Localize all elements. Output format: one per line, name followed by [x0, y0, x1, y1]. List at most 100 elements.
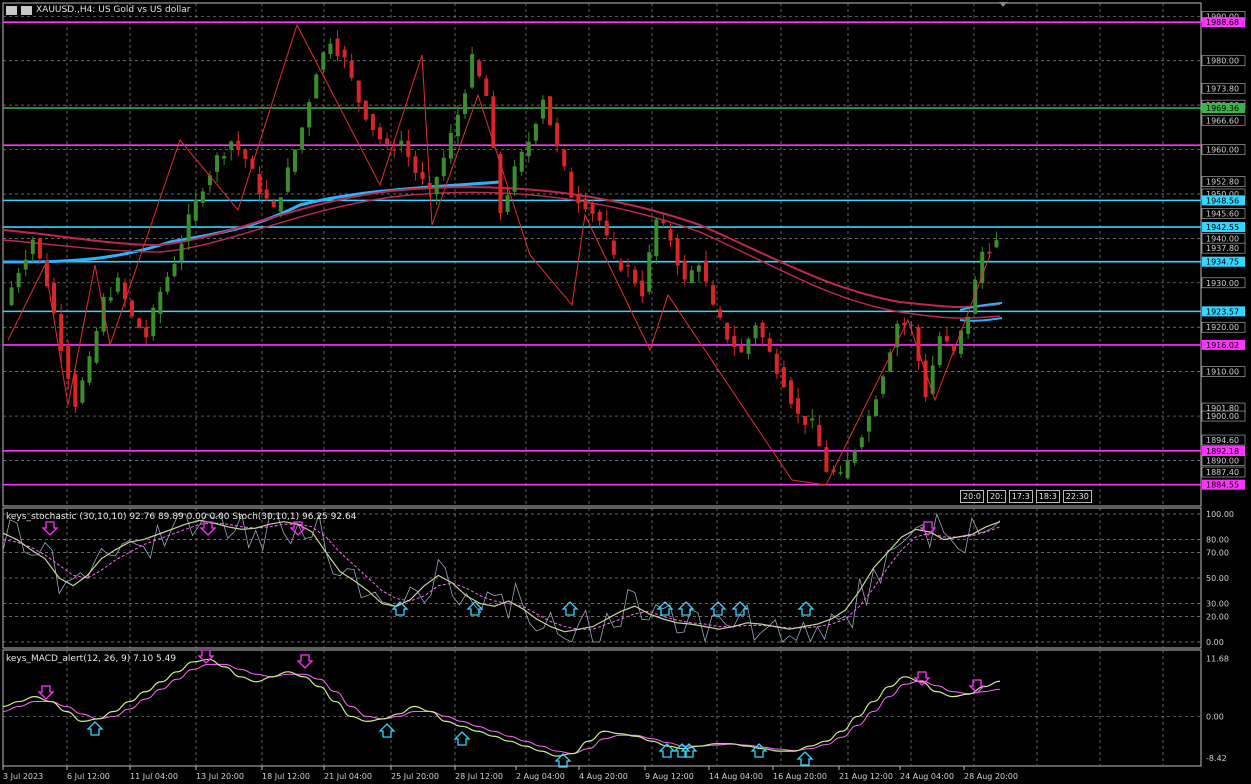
price-label: 1969.36 — [1206, 104, 1239, 113]
candle-body — [321, 52, 326, 70]
macd-axis-label: 11.68 — [1206, 655, 1229, 664]
time-box: 17:3 — [1008, 490, 1033, 503]
macd-main-line — [2, 658, 1001, 757]
candle-body — [647, 252, 652, 292]
chart-header: XAUUSD.,H4: US Gold vs US dollar — [6, 5, 190, 15]
candle-body — [470, 54, 475, 88]
candle-body — [689, 270, 694, 283]
candle-body — [285, 167, 290, 192]
time-axis-label: 28 Aug 20:00 — [964, 772, 1018, 781]
price-label: 1942.55 — [1206, 223, 1239, 232]
time-axis-label: 9 Aug 12:00 — [645, 772, 694, 781]
candle-body — [845, 460, 850, 479]
candle-body — [732, 336, 737, 348]
price-label: 1890.00 — [1206, 456, 1239, 465]
time-axis-label: 24 Aug 04:00 — [900, 772, 954, 781]
candle-body — [859, 437, 864, 448]
stoch-main-line — [2, 519, 1001, 633]
candle-body — [335, 38, 340, 57]
candle-body — [314, 74, 319, 99]
candle-body — [484, 78, 489, 96]
candle-body — [448, 132, 453, 159]
stoch-axis-label: 0.00 — [1206, 638, 1224, 647]
time-axis-label: 21 Aug 12:00 — [839, 772, 893, 781]
candle-body — [626, 265, 630, 267]
candle-body — [236, 140, 241, 151]
chart-window-icon — [6, 5, 17, 15]
sell-arrow-icon — [37, 685, 55, 700]
buy-arrow-icon — [731, 601, 749, 616]
candle-body — [866, 415, 871, 432]
candle-body — [491, 96, 496, 148]
price-label: 1930.00 — [1206, 279, 1239, 288]
candle-body — [661, 220, 666, 224]
candle-body — [781, 367, 786, 388]
buy-arrow-icon — [677, 601, 695, 616]
symbol-icon — [21, 5, 32, 15]
candle-body — [682, 260, 687, 280]
candle-body — [874, 399, 878, 417]
candle-body — [420, 171, 425, 180]
candle-body — [618, 260, 623, 271]
candle-body — [300, 127, 305, 150]
scroll-marker-icon — [999, 2, 1007, 7]
time-axis-label: 16 Aug 20:00 — [773, 772, 827, 781]
buy-arrow-icon — [86, 721, 104, 736]
chart-canvas[interactable]: 1990.001988.681980.001973.801970.001969.… — [0, 0, 1251, 784]
candle-body — [810, 418, 815, 421]
stochastic-title: keys_stochastic (30,10,10) 92.76 89.89 0… — [6, 512, 357, 522]
candle-body — [675, 238, 680, 266]
price-label: 1892.18 — [1206, 447, 1239, 456]
candle-body — [604, 220, 609, 236]
candle-body — [200, 191, 205, 203]
candle-body — [944, 336, 949, 342]
time-axis-label: 28 Jul 12:00 — [455, 772, 503, 781]
candle-body — [399, 140, 404, 146]
candle-body — [222, 156, 227, 159]
candle-body — [37, 238, 42, 259]
time-axis-label: 18 Jul 12:00 — [262, 772, 310, 781]
candle-body — [278, 197, 283, 212]
candle-body — [803, 416, 808, 425]
candle-body — [548, 96, 553, 126]
candle-body — [533, 124, 538, 141]
price-label: 1900.00 — [1206, 412, 1239, 421]
panel-frame — [2, 507, 1202, 649]
candle-body — [463, 93, 468, 115]
candle-body — [455, 114, 460, 137]
candle-body — [307, 102, 312, 128]
price-label: 1934.75 — [1206, 258, 1239, 267]
candle-body — [151, 307, 156, 337]
candle-body — [718, 309, 723, 318]
sell-arrow-icon — [913, 671, 931, 686]
price-label: 1894.60 — [1206, 436, 1239, 445]
buy-arrow-icon — [709, 601, 727, 616]
candle-body — [611, 240, 616, 255]
candle-body — [16, 272, 21, 288]
time-box: 20: — [986, 490, 1006, 503]
price-label: 1884.55 — [1206, 481, 1239, 490]
price-label: 1988.68 — [1206, 18, 1239, 27]
candle-body — [292, 149, 297, 172]
price-label: 1945.60 — [1206, 210, 1239, 219]
candle-body — [434, 177, 439, 194]
candle-body — [30, 239, 35, 254]
time-axis-label: 21 Jul 04:00 — [324, 772, 372, 781]
candle-body — [441, 157, 446, 177]
price-label: 1923.57 — [1206, 307, 1239, 316]
buy-arrow-icon — [453, 731, 471, 746]
stoch-signal-line — [2, 522, 1001, 630]
price-label: 1980.00 — [1206, 57, 1239, 66]
candle-body — [229, 141, 234, 150]
candle-body — [342, 49, 347, 58]
candle-body — [696, 265, 701, 272]
candle-body — [640, 280, 645, 297]
stoch-axis-label: 70.00 — [1206, 548, 1229, 557]
candle-body — [654, 219, 659, 257]
candle-body — [881, 376, 886, 394]
buy-arrow-icon — [796, 751, 814, 766]
candle-body — [59, 313, 64, 351]
candle-body — [838, 472, 843, 474]
stoch-axis-label: 30.00 — [1206, 600, 1229, 609]
candle-body — [165, 276, 170, 292]
